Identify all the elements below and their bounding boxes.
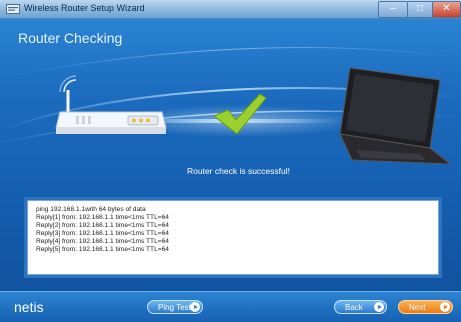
log-line: Reply[2] from: 192.168.1.1 time<1ms TTL=… — [36, 222, 169, 229]
laptop-icon — [339, 67, 452, 165]
arrow-right-icon — [374, 302, 384, 312]
title-bar[interactable]: Wireless Router Setup Wizard – □ ✕ — [0, 0, 461, 19]
ping-test-button[interactable]: Ping Test — [147, 300, 203, 314]
arrow-right-icon — [440, 302, 450, 312]
next-label: Next — [409, 303, 426, 312]
log-line: Reply[3] from: 192.168.1.1 time<1ms TTL=… — [36, 230, 169, 237]
brand-logo: netis — [14, 299, 44, 315]
window-title: Wireless Router Setup Wizard — [24, 3, 145, 13]
close-button[interactable]: ✕ — [432, 1, 461, 18]
log-line: Reply[1] from: 192.168.1.1 time<1ms TTL=… — [36, 214, 169, 221]
close-icon: ✕ — [442, 3, 451, 14]
footer-bar: netis Ping Test Back Next — [0, 291, 461, 322]
status-message: Router check is successful! — [187, 166, 290, 176]
ping-log-box[interactable]: ping 192.168.1.1with 64 bytes of data Re… — [27, 200, 439, 275]
page-title: Router Checking — [18, 30, 123, 46]
setup-wizard-window: Wireless Router Setup Wizard – □ ✕ Route… — [0, 0, 461, 322]
router-icon — [55, 75, 167, 134]
checkmark-icon — [213, 93, 267, 135]
maximize-button[interactable]: □ — [407, 1, 433, 18]
arrow-right-icon — [190, 302, 200, 312]
minimize-icon: – — [390, 3, 396, 14]
log-line: ping 192.168.1.1with 64 bytes of data — [36, 206, 146, 213]
log-line: Reply[5] from: 192.168.1.1 time<1ms TTL=… — [36, 246, 169, 253]
maximize-icon: □ — [416, 3, 424, 14]
log-line: Reply[4] from: 192.168.1.1 time<1ms TTL=… — [36, 238, 169, 245]
minimize-button[interactable]: – — [378, 1, 408, 18]
next-button[interactable]: Next — [398, 300, 453, 314]
ping-test-label: Ping Test — [158, 303, 191, 312]
back-label: Back — [345, 303, 363, 312]
window-app-icon — [6, 4, 20, 14]
back-button[interactable]: Back — [334, 300, 387, 314]
